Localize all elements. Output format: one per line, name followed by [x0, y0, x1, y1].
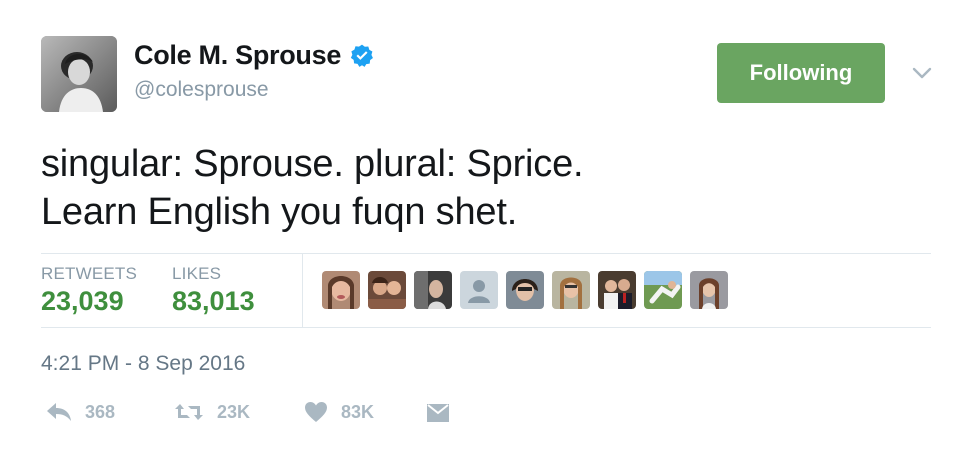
liker-avatar-6[interactable]	[552, 271, 590, 309]
retweets-stat[interactable]: RETWEETS 23,039	[41, 264, 137, 317]
verified-badge-icon	[349, 43, 375, 69]
direct-message-icon	[425, 400, 451, 424]
liker-avatars	[322, 271, 728, 309]
liker-avatar-7[interactable]	[598, 271, 636, 309]
likes-stat[interactable]: LIKES 83,013	[172, 264, 255, 317]
liker-avatar-1[interactable]	[322, 271, 360, 309]
like-count: 83K	[341, 401, 375, 422]
retweets-label: RETWEETS	[41, 264, 138, 283]
default-egg-avatar[interactable]	[460, 271, 498, 309]
retweets-count: 23,039	[41, 286, 124, 316]
liker-avatar-2[interactable]	[368, 271, 406, 309]
heart-icon	[303, 400, 329, 424]
reply-count: 368	[85, 401, 116, 422]
author-avatar[interactable]	[41, 36, 117, 112]
liker-avatar-5[interactable]	[506, 271, 544, 309]
following-button[interactable]: Following	[717, 43, 885, 103]
divider	[41, 253, 931, 254]
author-display-name[interactable]: Cole M. Sprouse	[134, 40, 341, 71]
tweet-timestamp[interactable]: 4:21 PM - 8 Sep 2016	[41, 352, 245, 376]
reply-button[interactable]: 368	[45, 400, 115, 424]
author-handle[interactable]: @colesprouse	[134, 78, 269, 102]
liker-avatar-8[interactable]	[644, 271, 682, 309]
like-button[interactable]: 83K	[303, 400, 374, 424]
divider	[41, 327, 931, 328]
tweet-text-line: singular: Sprouse. plural: Sprice.	[41, 143, 584, 185]
likes-count: 83,013	[172, 286, 255, 316]
retweet-count: 23K	[217, 401, 251, 422]
tweet-card: Cole M. Sprouse @colesprouse Following s…	[0, 0, 980, 461]
likes-label: LIKES	[172, 264, 222, 283]
author-name-row: Cole M. Sprouse	[134, 40, 375, 71]
retweet-icon	[173, 400, 205, 424]
liker-avatar-3[interactable]	[414, 271, 452, 309]
chevron-down-icon[interactable]	[910, 64, 934, 82]
direct-message-button[interactable]	[425, 400, 451, 424]
tweet-text-line: Learn English you fuqn shet.	[41, 191, 518, 233]
profile-photo-icon	[41, 36, 117, 112]
stats-divider	[302, 254, 303, 328]
retweet-button[interactable]: 23K	[173, 400, 250, 424]
tweet-text: singular: Sprouse. plural: Sprice. Learn…	[41, 140, 921, 236]
liker-avatar-9[interactable]	[690, 271, 728, 309]
reply-icon	[45, 400, 73, 424]
